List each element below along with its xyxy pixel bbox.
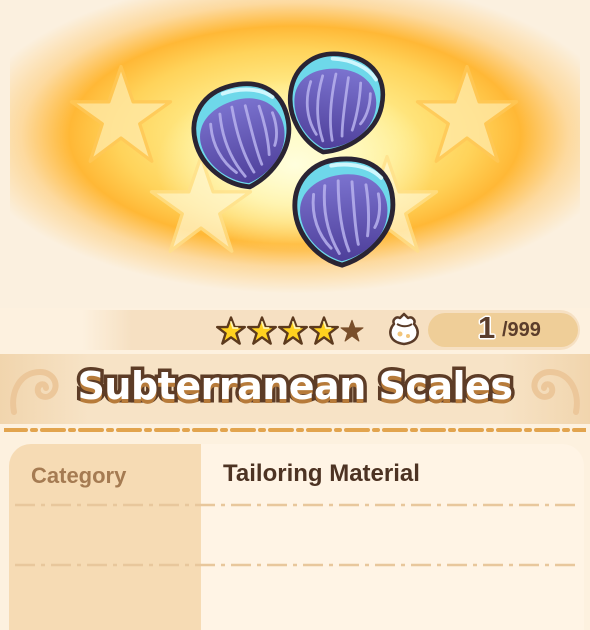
item-name-title: Subterranean Scales bbox=[74, 361, 516, 412]
item-info-bar: 1 /999 bbox=[82, 310, 580, 350]
empty-star-icon bbox=[340, 319, 364, 342]
item-details-table: Category Tailoring Material bbox=[9, 444, 584, 630]
filled-star-icon bbox=[278, 316, 308, 345]
title-banner: Subterranean Scales bbox=[0, 354, 590, 424]
owned-max: /999 bbox=[502, 319, 541, 341]
filled-star-icon bbox=[309, 316, 339, 345]
title-divider bbox=[4, 428, 586, 432]
category-value: Tailoring Material bbox=[223, 460, 420, 487]
row-divider bbox=[15, 563, 578, 567]
owned-current: 1 bbox=[478, 310, 496, 345]
filled-star-icon bbox=[247, 316, 277, 345]
filled-star-icon bbox=[216, 316, 246, 345]
item-artwork-panel bbox=[0, 0, 590, 308]
rarity-stars bbox=[216, 316, 364, 346]
item-bag-icon bbox=[389, 312, 419, 346]
row-divider bbox=[15, 503, 578, 507]
owned-count: 1 /999 bbox=[428, 310, 578, 347]
category-label: Category bbox=[31, 463, 127, 488]
purple-scales-icon bbox=[180, 48, 410, 278]
